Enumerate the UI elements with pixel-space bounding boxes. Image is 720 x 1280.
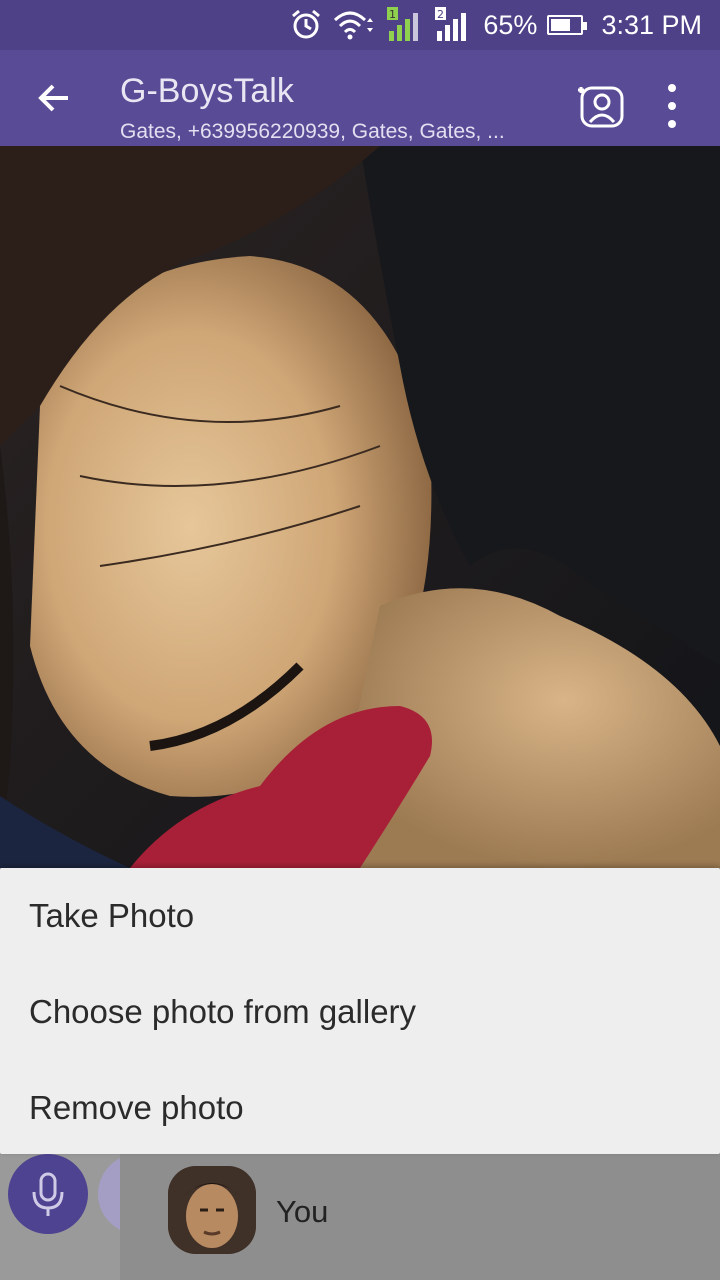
overflow-menu-button[interactable] [654, 84, 690, 128]
alarm-icon [289, 8, 323, 42]
voice-message-button[interactable] [8, 1154, 88, 1234]
status-bar: 1 2 65% 3:31 PM [0, 0, 720, 50]
status-icons: 1 2 65% 3:31 PM [289, 0, 702, 50]
avatar-image [168, 1166, 256, 1254]
participants-subtitle[interactable]: Gates, +639956220939, Gates, Gates, ... [120, 120, 550, 144]
choose-from-gallery-option[interactable]: Choose photo from gallery [0, 964, 720, 1060]
add-person-icon [578, 86, 624, 128]
battery-icon [547, 15, 588, 35]
remove-photo-option[interactable]: Remove photo [0, 1060, 720, 1156]
signal-sim2-icon: 2 [435, 7, 473, 43]
group-photo [0, 146, 720, 868]
app-bar: G-BoysTalk Gates, +639956220939, Gates, … [0, 50, 720, 146]
group-photo-image [0, 146, 720, 868]
take-photo-option[interactable]: Take Photo [0, 868, 720, 964]
signal-sim1-icon: 1 [387, 7, 425, 43]
more-dot-icon [668, 84, 676, 92]
clock: 3:31 PM [601, 9, 702, 40]
left-panel [0, 1150, 120, 1280]
add-participant-button[interactable] [572, 80, 628, 130]
back-arrow-icon [38, 84, 68, 112]
chat-title[interactable]: G-BoysTalk [120, 72, 294, 111]
participant-name: You [276, 1194, 329, 1229]
participants-area: You [0, 1150, 720, 1280]
wifi-icon [333, 8, 377, 42]
more-dot-icon [668, 120, 676, 128]
more-dot-icon [668, 102, 676, 110]
svg-text:1: 1 [389, 8, 396, 21]
mic-icon [32, 1172, 64, 1216]
battery-percent: 65% [483, 9, 538, 40]
photo-options-sheet: Take Photo Choose photo from gallery Rem… [0, 868, 720, 1154]
avatar [168, 1166, 256, 1254]
back-button[interactable] [28, 72, 80, 124]
svg-text:2: 2 [437, 8, 444, 21]
participant-row-self[interactable]: You [120, 1150, 720, 1280]
